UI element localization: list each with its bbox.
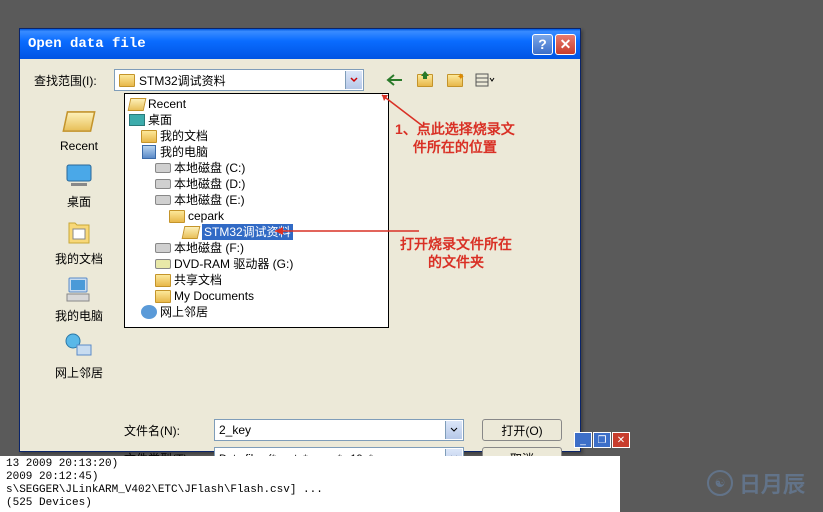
tree-shared[interactable]: 共享文档 [127, 272, 386, 288]
lookin-label: 查找范围(I): [34, 72, 114, 89]
tree-cepark[interactable]: cepark [127, 208, 386, 224]
place-mycomputer[interactable]: 我的电脑 [55, 273, 103, 324]
place-mydocs[interactable]: 我的文档 [55, 216, 103, 267]
lookin-value: STM32调试资料 [139, 72, 226, 89]
tree-recent[interactable]: Recent [127, 96, 386, 112]
help-button[interactable]: ? [532, 34, 553, 55]
tree-mydocuments[interactable]: My Documents [127, 288, 386, 304]
annotation-2: 打开烧录文件所在 的文件夹 [400, 235, 512, 271]
dialog-title: Open data file [28, 36, 532, 52]
watermark: ☯ 日月辰 [707, 467, 805, 499]
tree-disk-f[interactable]: 本地磁盘 (F:) [127, 240, 386, 256]
tree-disk-d[interactable]: 本地磁盘 (D:) [127, 176, 386, 192]
nav-view-icon[interactable] [474, 69, 496, 91]
tree-mycomputer[interactable]: 我的电脑 [127, 144, 386, 160]
folder-icon [119, 74, 135, 87]
tree-dvd[interactable]: DVD-RAM 驱动器 (G:) [127, 256, 386, 272]
lookin-combo[interactable]: STM32调试资料 [114, 69, 364, 91]
place-recent[interactable]: Recent [60, 105, 98, 153]
nav-newfolder-icon[interactable]: ✦ [444, 69, 466, 91]
filename-combo[interactable]: 2_key [214, 419, 464, 441]
filename-dropdown-arrow[interactable] [445, 421, 462, 439]
places-bar: Recent 桌面 我的文档 我的电脑 网上邻居 [34, 95, 124, 381]
console-output: 13 2009 20:13:20) 2009 20:12:45) s\SEGGE… [0, 456, 620, 512]
tree-mydocs[interactable]: 我的文档 [127, 128, 386, 144]
watermark-icon: ☯ [707, 470, 733, 496]
tree-network[interactable]: 网上邻居 [127, 304, 386, 320]
annotation-arrow-2 [269, 225, 419, 237]
close-button[interactable]: ✕ [555, 34, 576, 55]
place-network[interactable]: 网上邻居 [55, 330, 103, 381]
bg-minimize-icon[interactable]: _ [574, 432, 592, 448]
dialog-titlebar[interactable]: Open data file ? ✕ [20, 29, 580, 59]
watermark-text: 日月辰 [739, 467, 805, 499]
tree-disk-e[interactable]: 本地磁盘 (E:) [127, 192, 386, 208]
tree-disk-c[interactable]: 本地磁盘 (C:) [127, 160, 386, 176]
filename-label: 文件名(N): [124, 422, 214, 439]
annotation-1: 1、点此选择烧录文 件所在的位置 [395, 120, 515, 156]
combo-dropdown-arrow[interactable] [345, 71, 362, 89]
chevron-down-icon [350, 77, 358, 83]
filename-value: 2_key [219, 423, 251, 437]
bg-close-icon[interactable]: ✕ [612, 432, 630, 448]
open-button[interactable]: 打开(O) [482, 419, 562, 441]
folder-tree[interactable]: Recent 桌面 我的文档 我的电脑 本地磁盘 (C:) 本地磁盘 (D:) … [124, 93, 389, 328]
tree-desktop[interactable]: 桌面 [127, 112, 386, 128]
bg-restore-icon[interactable]: ❐ [593, 432, 611, 448]
background-window-buttons: _ ❐ ✕ [574, 432, 630, 448]
place-desktop[interactable]: 桌面 [63, 159, 95, 210]
